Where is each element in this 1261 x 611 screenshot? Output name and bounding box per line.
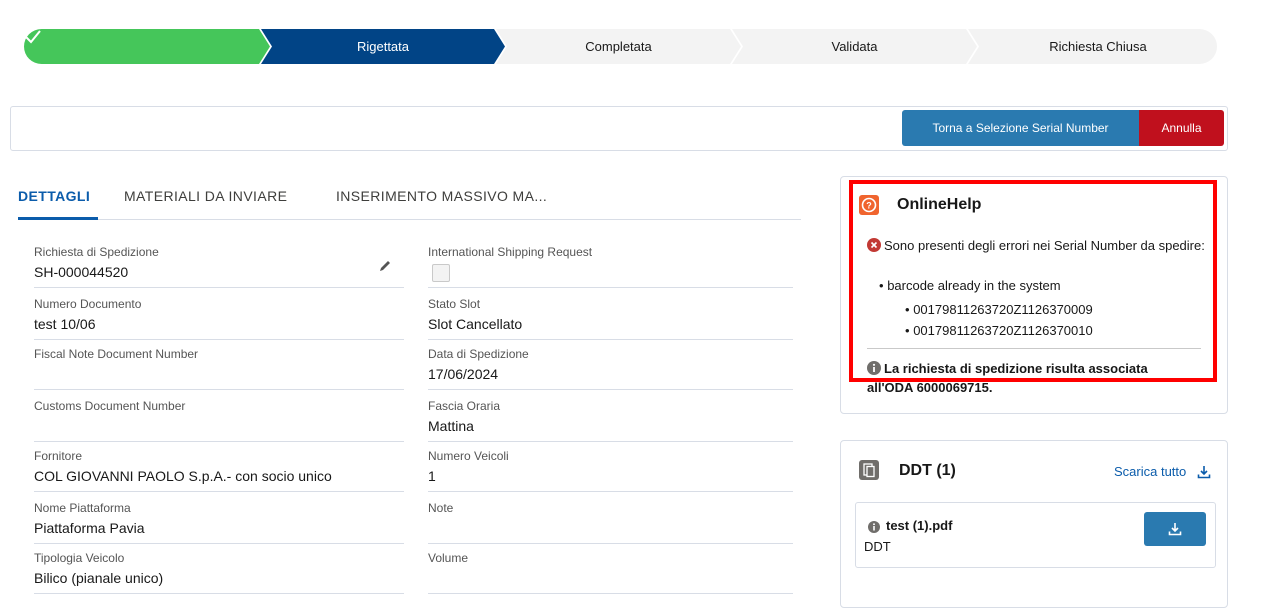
status-path: Rigettata Completata Validata Richiesta … xyxy=(24,29,1217,64)
download-icon[interactable] xyxy=(1197,465,1211,479)
field-label: Stato Slot xyxy=(428,297,481,311)
field-volume: Volume xyxy=(428,544,793,594)
file-tile: test (1).pdf DDT xyxy=(855,502,1216,568)
info-message: La richiesta di spedizione risulta assoc… xyxy=(867,359,1197,397)
field-label: Data di Spedizione xyxy=(428,347,529,361)
help-question-icon: ? xyxy=(859,195,879,215)
edit-pencil-icon[interactable] xyxy=(378,259,392,273)
divider xyxy=(867,348,1201,349)
field-label: Fornitore xyxy=(34,449,83,463)
field-value: 1 xyxy=(428,468,436,484)
field-value: Piattaforma Pavia xyxy=(34,520,145,536)
field-data-spedizione: Data di Spedizione 17/06/2024 xyxy=(428,340,793,390)
error-text: Sono presenti degli errori nei Serial Nu… xyxy=(884,238,1205,253)
field-stato-slot: Stato Slot Slot Cancellato xyxy=(428,290,793,340)
field-value: Mattina xyxy=(428,418,474,434)
bullet-dot: • xyxy=(905,323,910,338)
field-nome-piattaforma: Nome Piattaforma Piattaforma Pavia xyxy=(34,494,404,544)
info-text: La richiesta di spedizione risulta assoc… xyxy=(867,361,1148,395)
online-help-title: OnlineHelp xyxy=(897,196,982,213)
tab-dettagli[interactable]: DETTAGLI xyxy=(18,188,90,204)
error-message: Sono presenti degli errori nei Serial Nu… xyxy=(867,236,1207,255)
field-fornitore: Fornitore COL GIOVANNI PAOLO S.p.A.- con… xyxy=(34,442,404,492)
field-label: Numero Veicoli xyxy=(428,449,509,463)
international-shipping-checkbox xyxy=(432,264,450,282)
path-step-label-validata[interactable]: Validata xyxy=(743,29,966,64)
field-value: 17/06/2024 xyxy=(428,366,499,382)
barcode-text: 00179811263720Z1126370009 xyxy=(913,302,1093,317)
info-icon xyxy=(867,361,881,375)
barcode-text: 00179811263720Z1126370010 xyxy=(913,323,1093,338)
path-step-label-completata[interactable]: Completata xyxy=(507,29,730,64)
field-international-shipping-request: International Shipping Request xyxy=(428,238,793,288)
bullet-dot: • xyxy=(905,302,910,317)
field-tipologia-veicolo: Tipologia Veicolo Bilico (pianale unico) xyxy=(34,544,404,594)
details-card: DETTAGLI MATERIALI DA INVIARE INSERIMENT… xyxy=(10,176,818,611)
back-to-serial-selection-button[interactable]: Torna a Selezione Serial Number xyxy=(902,110,1139,146)
action-bar: Torna a Selezione Serial Number Annulla xyxy=(10,106,1228,151)
error-icon xyxy=(867,238,881,252)
tab-bar: DETTAGLI MATERIALI DA INVIARE INSERIMENT… xyxy=(18,176,801,220)
path-step-completed[interactable] xyxy=(24,29,270,64)
tab-inserimento-massivo[interactable]: INSERIMENTO MASSIVO MA... xyxy=(336,188,547,204)
path-step-label-rigettata[interactable]: Rigettata xyxy=(272,29,494,64)
file-name-link[interactable]: test (1).pdf xyxy=(886,518,952,533)
path-step-label-richiesta-chiusa[interactable]: Richiesta Chiusa xyxy=(979,29,1217,64)
online-help-card: ? OnlineHelp Sono presenti degli errori … xyxy=(840,176,1228,414)
field-numero-documento: Numero Documento test 10/06 xyxy=(34,290,404,340)
field-label: International Shipping Request xyxy=(428,245,593,259)
ddt-card: DDT (1) Scarica tutto test (1).pdf DDT xyxy=(840,440,1228,608)
field-fascia-oraria: Fascia Oraria Mattina xyxy=(428,392,793,442)
field-label: Tipologia Veicolo xyxy=(34,551,125,565)
cancel-button[interactable]: Annulla xyxy=(1139,110,1224,146)
field-label: Richiesta di Spedizione xyxy=(34,245,159,259)
document-icon xyxy=(859,460,879,480)
barcode-item: • 00179811263720Z1126370010 xyxy=(905,323,1093,338)
field-label: Nome Piattaforma xyxy=(34,501,131,515)
field-note: Note xyxy=(428,494,793,544)
field-value: SH-000044520 xyxy=(34,264,129,280)
ddt-title: DDT (1) xyxy=(899,462,956,479)
svg-text:?: ? xyxy=(866,201,872,211)
file-type: DDT xyxy=(864,539,891,554)
field-fiscal-note-document-number: Fiscal Note Document Number xyxy=(34,340,404,390)
field-value: test 10/06 xyxy=(34,316,96,332)
file-download-button[interactable] xyxy=(1144,512,1206,546)
field-numero-veicoli: Numero Veicoli 1 xyxy=(428,442,793,492)
download-icon xyxy=(1168,523,1182,536)
field-customs-document-number: Customs Document Number xyxy=(34,392,404,442)
error-bullet-main: • barcode already in the system xyxy=(879,278,1061,293)
field-label: Customs Document Number xyxy=(34,399,186,413)
bullet-dot: • xyxy=(879,278,884,293)
check-icon xyxy=(25,30,41,44)
active-tab-indicator xyxy=(18,217,98,220)
field-value: Bilico (pianale unico) xyxy=(34,570,164,586)
download-all-link[interactable]: Scarica tutto xyxy=(1114,464,1186,479)
error-bullet-text: barcode already in the system xyxy=(887,278,1061,293)
field-label: Numero Documento xyxy=(34,297,142,311)
barcode-item: • 00179811263720Z1126370009 xyxy=(905,302,1093,317)
field-label: Volume xyxy=(428,551,469,565)
tab-materiali-da-inviare[interactable]: MATERIALI DA INVIARE xyxy=(124,188,287,204)
field-value: COL GIOVANNI PAOLO S.p.A.- con socio uni… xyxy=(34,468,332,484)
field-richiesta-spedizione: Richiesta di Spedizione SH-000044520 xyxy=(34,238,404,288)
info-icon xyxy=(868,521,880,533)
field-label: Fascia Oraria xyxy=(428,399,501,413)
field-value: Slot Cancellato xyxy=(428,316,523,332)
field-label: Fiscal Note Document Number xyxy=(34,347,199,361)
field-label: Note xyxy=(428,501,454,515)
